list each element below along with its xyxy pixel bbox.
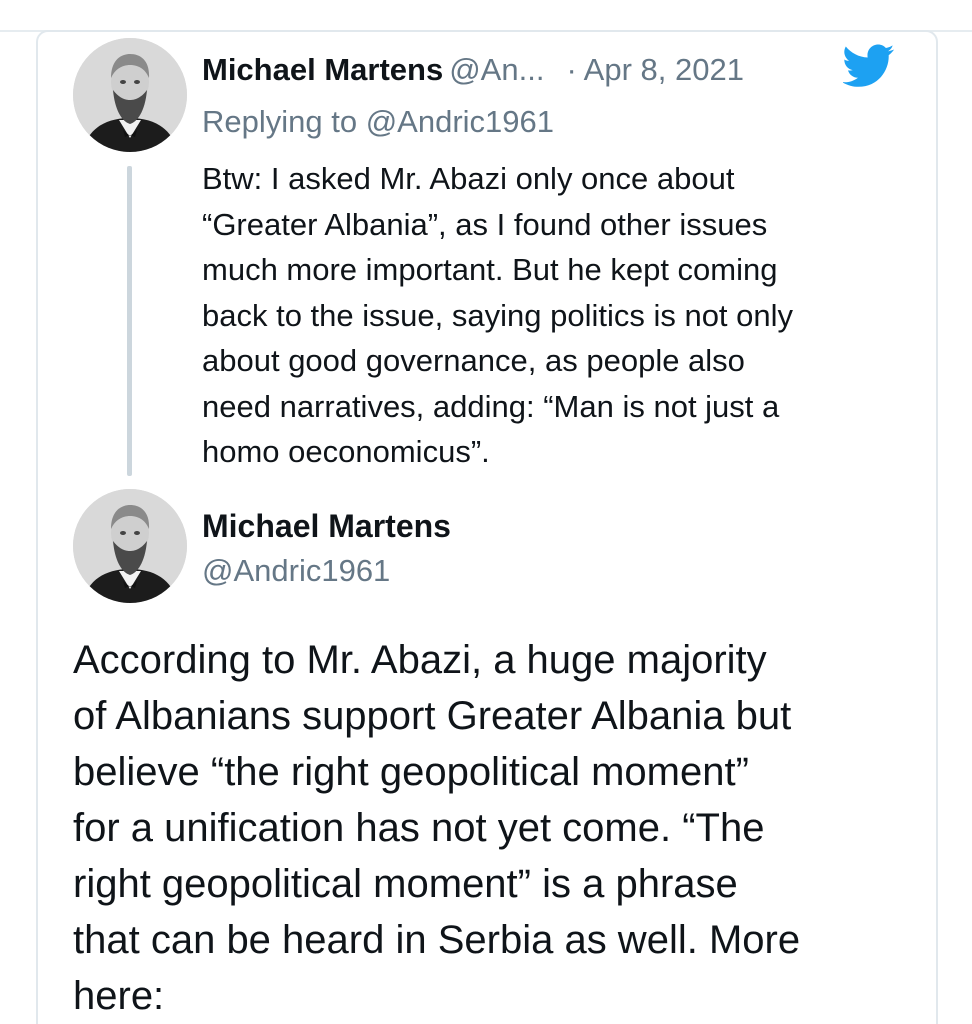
profile-photo-icon bbox=[73, 38, 187, 152]
twitter-bird-icon[interactable] bbox=[843, 44, 895, 88]
main-author-name[interactable]: Michael Martens bbox=[202, 504, 451, 548]
main-tweet-text: According to Mr. Abazi, a huge majority … bbox=[73, 638, 801, 1018]
replying-to-label[interactable]: Replying to @Andric1961 bbox=[202, 100, 554, 144]
main-author-avatar[interactable] bbox=[73, 489, 187, 603]
tweet-thread-view: Michael Martens @An... · Apr 8, 2021 Reply… bbox=[0, 0, 972, 1024]
reply-author-avatar[interactable] bbox=[73, 38, 187, 152]
profile-photo-icon bbox=[73, 489, 187, 603]
reply-author-name[interactable]: Michael Martens bbox=[202, 52, 443, 87]
main-author-handle[interactable]: @Andric1961 bbox=[202, 549, 390, 593]
reply-timestamp[interactable]: · Apr 8, 2021 bbox=[566, 52, 744, 87]
reply-header: Michael Martens @An... · Apr 8, 2021 bbox=[202, 48, 744, 92]
reply-author-handle[interactable]: @An... bbox=[449, 52, 544, 87]
reply-tweet-text: Btw: I asked Mr. Abazi only once about “… bbox=[202, 161, 794, 469]
thread-connector-line bbox=[127, 166, 132, 476]
